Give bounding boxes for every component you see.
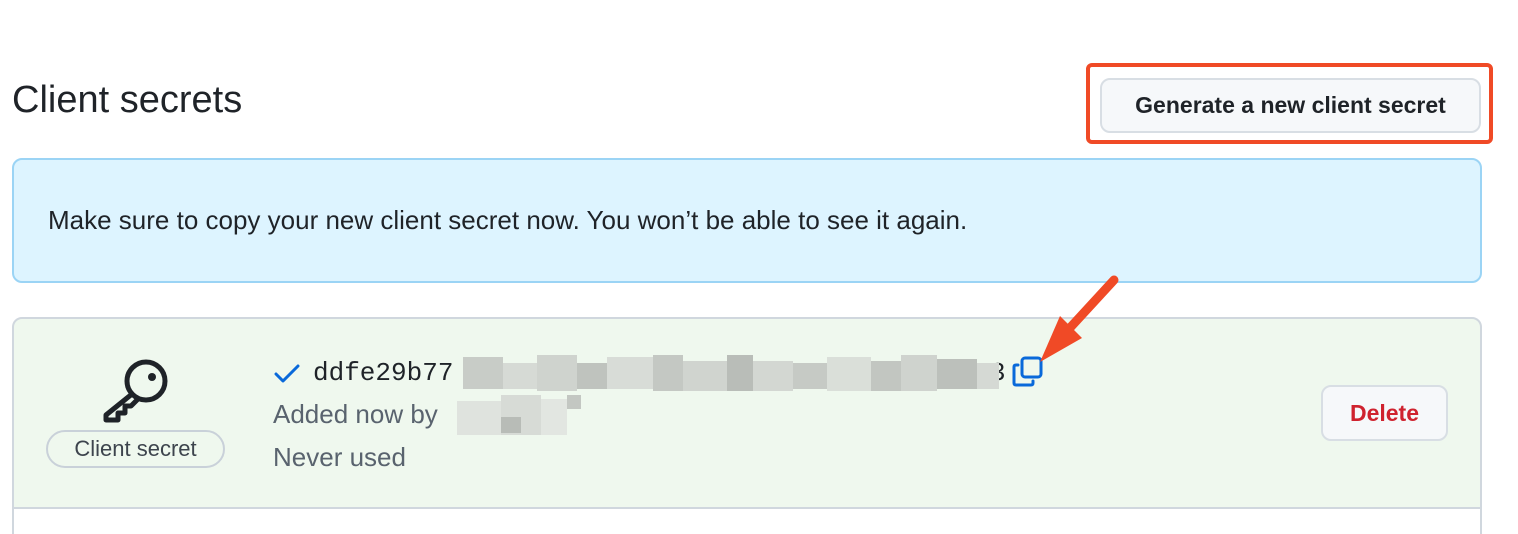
- delete-button[interactable]: Delete: [1321, 385, 1448, 441]
- check-icon: [274, 364, 300, 383]
- generate-client-secret-button[interactable]: Generate a new client secret: [1100, 78, 1481, 133]
- added-by-user-redaction: [457, 395, 583, 435]
- flash-message: Make sure to copy your new client secret…: [48, 205, 968, 235]
- secret-type-label: Client secret: [46, 430, 225, 468]
- client-secret-row: [12, 317, 1482, 534]
- page: Client secrets Generate a new client sec…: [0, 0, 1518, 534]
- secret-redaction: [463, 353, 1003, 391]
- added-by-text: Added now by: [273, 399, 438, 429]
- secret-value: ddfe29b77: [313, 358, 454, 388]
- next-row: [14, 509, 1480, 534]
- arrow-icon: [1040, 275, 1119, 362]
- page-title: Client secrets: [12, 79, 243, 121]
- secret-usage-status: Never used: [273, 442, 406, 472]
- flash-notice: Make sure to copy your new client secret…: [12, 158, 1482, 283]
- key-icon: [103, 359, 168, 423]
